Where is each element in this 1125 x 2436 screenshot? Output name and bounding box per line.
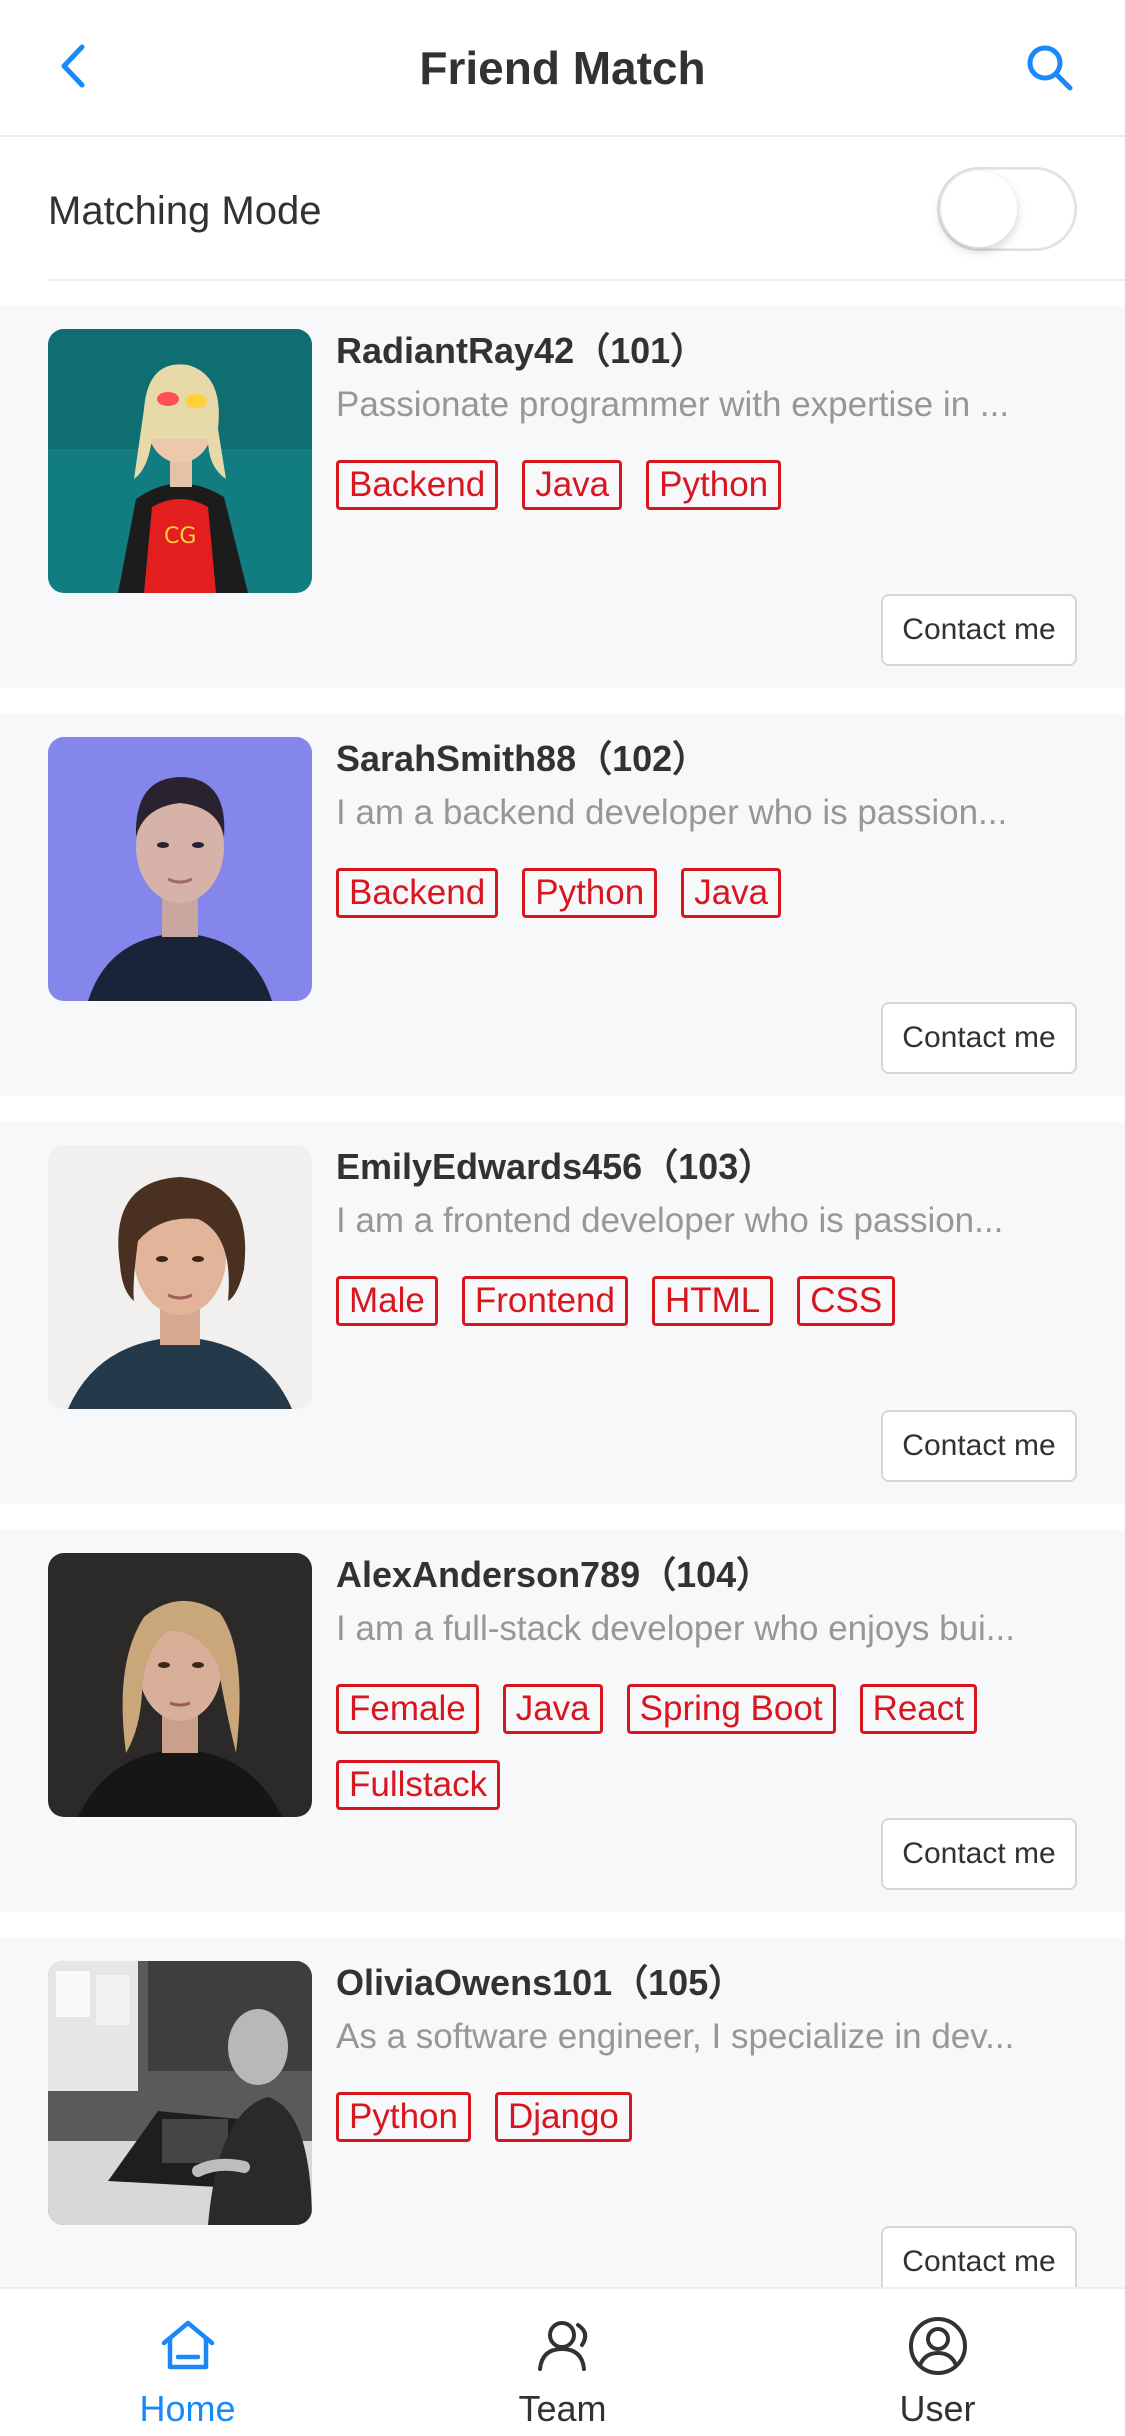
tag-list: Female Java Spring Boot React Fullstack bbox=[336, 1684, 1096, 1810]
contact-button[interactable]: Contact me bbox=[881, 1818, 1077, 1890]
user-description: I am a full-stack developer who enjoys b… bbox=[336, 1609, 1015, 1648]
avatar[interactable] bbox=[48, 1145, 312, 1409]
avatar[interactable] bbox=[48, 1553, 312, 1817]
user-card[interactable]: EmilyEdwards456（103） I am a frontend dev… bbox=[0, 1122, 1125, 1504]
user-card[interactable]: CG RadiantRay42（101） Passionate programm… bbox=[0, 306, 1125, 688]
user-name: AlexAnderson789（104） bbox=[336, 1554, 773, 1595]
user-card[interactable]: SarahSmith88（102） I am a backend develop… bbox=[0, 714, 1125, 1096]
avatar[interactable] bbox=[48, 1961, 312, 2225]
tag: Django bbox=[494, 2092, 632, 2142]
user-name: RadiantRay42（101） bbox=[336, 330, 707, 371]
tab-team[interactable]: Team bbox=[375, 2289, 750, 2436]
contact-button[interactable]: Contact me bbox=[881, 1002, 1077, 1074]
page-title: Friend Match bbox=[419, 42, 706, 94]
user-card[interactable]: AlexAnderson789（104） I am a full-stack d… bbox=[0, 1530, 1125, 1912]
user-description: I am a frontend developer who is passion… bbox=[336, 1201, 1004, 1240]
tab-label: Team bbox=[518, 2388, 607, 2429]
tag: HTML bbox=[651, 1276, 774, 1326]
user-list: CG RadiantRay42（101） Passionate programm… bbox=[0, 306, 1125, 2287]
user-description: I am a backend developer who is passion.… bbox=[336, 793, 1008, 832]
tag: Backend bbox=[336, 868, 499, 918]
user-card[interactable]: OliviaOwens101（105） As a software engine… bbox=[0, 1938, 1125, 2287]
tag: Java bbox=[681, 868, 782, 918]
avatar[interactable]: CG bbox=[48, 329, 312, 593]
tag: Python bbox=[646, 460, 782, 510]
search-icon bbox=[1027, 45, 1073, 91]
search-button[interactable] bbox=[1015, 36, 1085, 100]
tag: React bbox=[859, 1684, 977, 1734]
tag: Python bbox=[336, 2092, 471, 2142]
contact-button[interactable]: Contact me bbox=[881, 594, 1077, 666]
tag: Backend bbox=[336, 460, 499, 510]
team-icon bbox=[537, 2321, 587, 2371]
tag: Python bbox=[522, 868, 658, 918]
tab-home[interactable]: Home bbox=[0, 2289, 375, 2436]
tag-list: Backend Java Python bbox=[336, 460, 1096, 510]
user-description: As a software engineer, I specialize in … bbox=[336, 2017, 1015, 2056]
tab-user[interactable]: User bbox=[750, 2289, 1125, 2436]
tag-list: Python Django bbox=[336, 2092, 1096, 2142]
matching-mode-label: Matching Mode bbox=[48, 189, 322, 233]
contact-button[interactable]: Contact me bbox=[881, 1410, 1077, 1482]
tag-list: Male Frontend HTML CSS bbox=[336, 1276, 1096, 1326]
tag: Spring Boot bbox=[626, 1684, 836, 1734]
svg-text:CG: CG bbox=[164, 524, 196, 549]
contact-button[interactable]: Contact me bbox=[881, 2226, 1077, 2287]
tag: CSS bbox=[797, 1276, 896, 1326]
user-name: OliviaOwens101（105） bbox=[336, 1962, 745, 2003]
tag: Java bbox=[522, 460, 623, 510]
toggle-knob bbox=[941, 171, 1017, 247]
avatar[interactable] bbox=[48, 737, 312, 1001]
tab-label: User bbox=[899, 2388, 976, 2429]
tag-list: Backend Python Java bbox=[336, 868, 1096, 918]
tag: Fullstack bbox=[336, 1760, 501, 1810]
tab-label: Home bbox=[139, 2388, 236, 2429]
tab-bar: Home Team User bbox=[0, 2287, 1125, 2436]
tag: Frontend bbox=[461, 1276, 628, 1326]
tag: Java bbox=[502, 1684, 603, 1734]
user-icon bbox=[908, 2317, 967, 2375]
matching-mode-row: Matching Mode bbox=[0, 139, 1125, 281]
user-description: Passionate programmer with expertise in … bbox=[336, 385, 1010, 424]
tag: Male bbox=[336, 1276, 438, 1326]
user-name: EmilyEdwards456（103） bbox=[336, 1146, 775, 1187]
nav-bar: Friend Match bbox=[0, 0, 1125, 137]
user-name: SarahSmith88（102） bbox=[336, 738, 709, 779]
home-icon bbox=[161, 2320, 214, 2370]
matching-mode-toggle[interactable] bbox=[937, 167, 1077, 251]
tag: Female bbox=[336, 1684, 479, 1734]
divider bbox=[48, 279, 1125, 281]
